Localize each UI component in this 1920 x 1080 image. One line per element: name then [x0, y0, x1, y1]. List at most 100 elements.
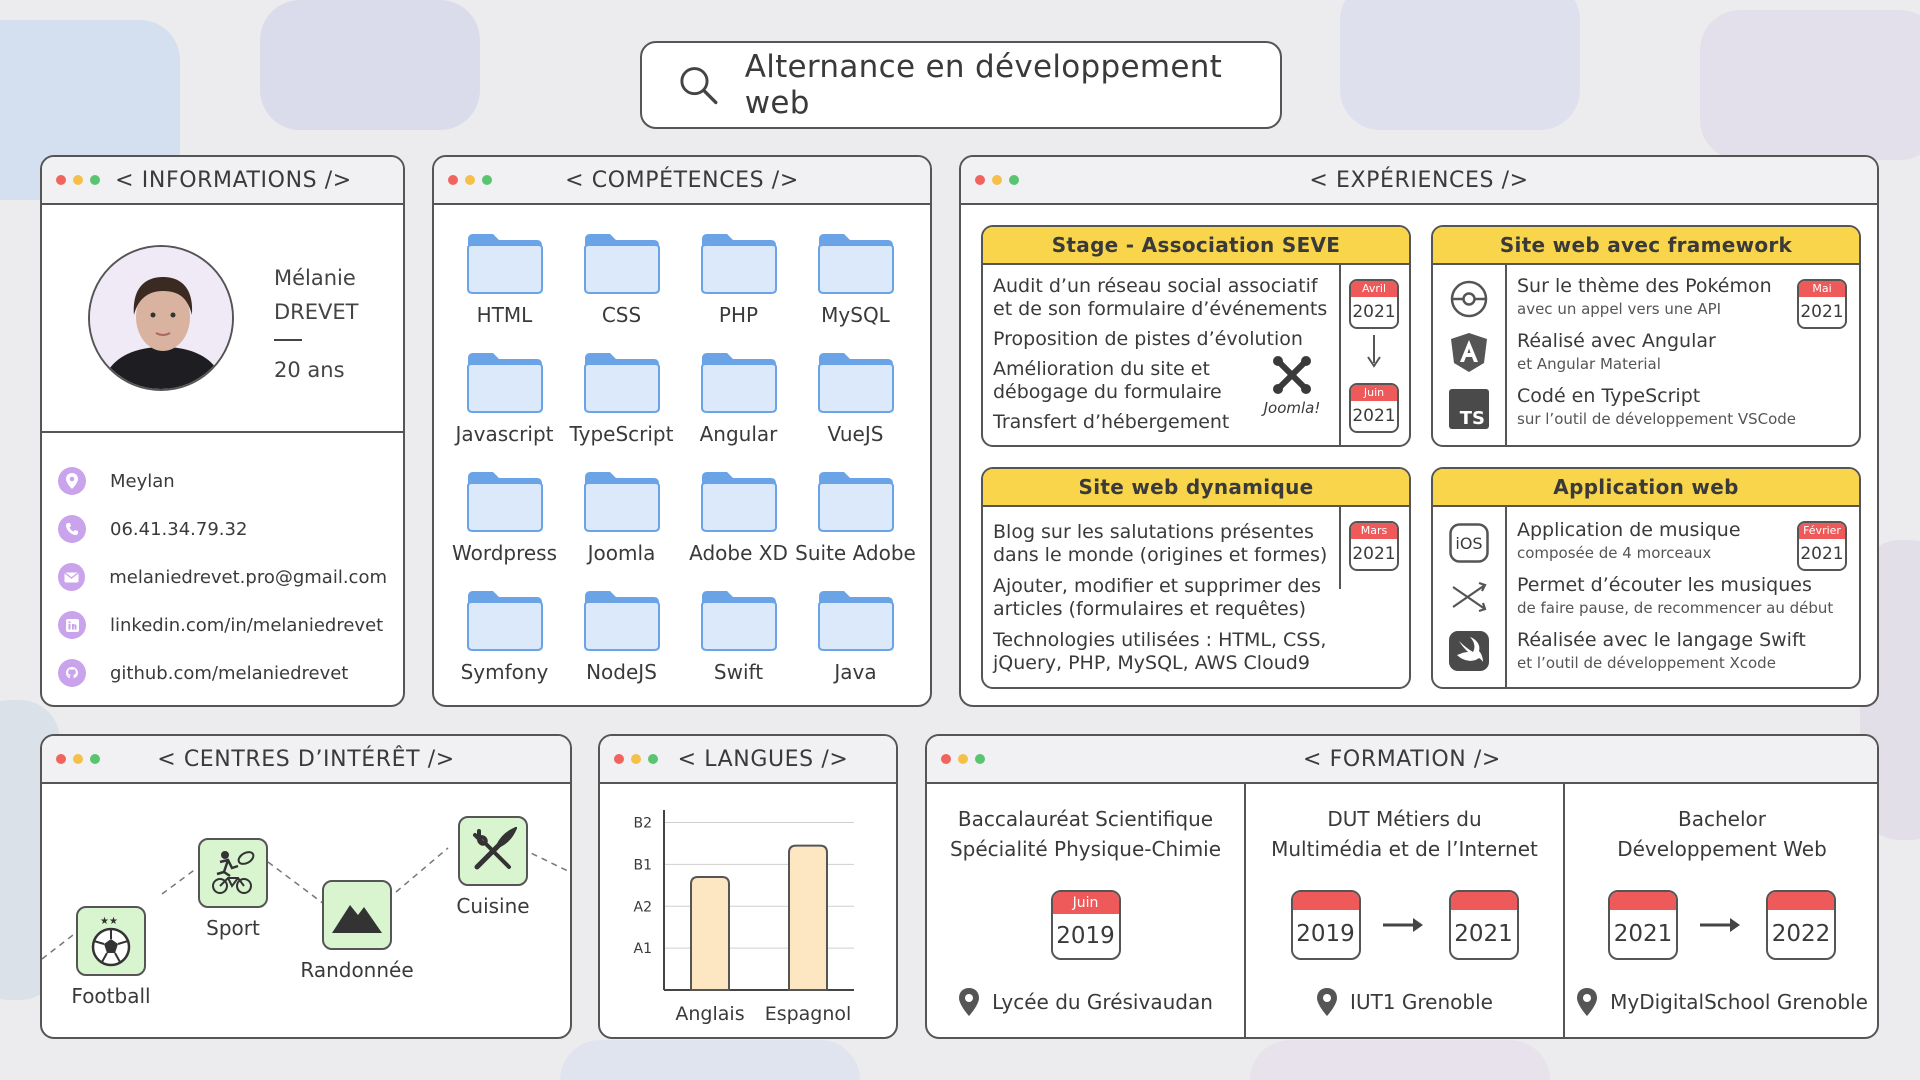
ios-icon: iOS [1447, 521, 1491, 565]
angular-icon [1447, 331, 1491, 375]
location-pin-icon [959, 988, 980, 1016]
skill-typescript[interactable]: TypeScript [563, 350, 680, 450]
subline: et l’outil de développement Xcode [1517, 654, 1776, 672]
subline: composée de 4 morceaux [1517, 544, 1712, 562]
skill-adobe-xd[interactable]: Adobe XD [680, 469, 797, 569]
skill-mysql[interactable]: MySQL [797, 231, 914, 331]
contact-text: Meylan [110, 470, 175, 492]
window-controls[interactable] [975, 175, 1019, 185]
mountain-icon [322, 880, 392, 950]
skill-css[interactable]: CSS [563, 231, 680, 331]
subline: sur l’outil de développement VSCode [1517, 410, 1797, 428]
skill-vuejs[interactable]: VueJS [797, 350, 914, 450]
contact-text: melaniedrevet.pro@gmail.com [109, 566, 387, 588]
subline: et Angular Material [1517, 355, 1661, 373]
pokeball-icon [1447, 277, 1491, 321]
informations-window: < INFORMATIONS /> Mélanie DREVET 20 ans … [40, 155, 405, 707]
x-tick-label: Anglais [675, 1003, 744, 1025]
location-text: Lycée du Grésivaudan [992, 990, 1213, 1014]
contact-github[interactable]: github.com/melaniedrevet [58, 649, 387, 697]
window-controls[interactable] [614, 754, 658, 764]
folder-icon [466, 353, 543, 413]
formation-bac: Baccalauréat Scientifique Spécialité Phy… [927, 784, 1244, 1037]
contact-linkedin[interactable]: linkedin.com/in/melaniedrevet [58, 601, 387, 649]
interest-sport: Sport [190, 838, 276, 940]
calendar-end: Juin 2021 [1349, 383, 1399, 433]
bar-anglais [690, 875, 730, 991]
joomla-logo: Joomla! [1249, 353, 1335, 417]
window-controls[interactable] [56, 175, 100, 185]
contact-phone[interactable]: 06.41.34.79.32 [58, 505, 387, 553]
window-controls[interactable] [56, 754, 100, 764]
formation-title: < FORMATION /> [1303, 746, 1501, 772]
skill-angular[interactable]: Angular [680, 350, 797, 450]
line: Permet d’écouter les musiques [1517, 574, 1812, 596]
subline: avec un appel vers une API [1517, 300, 1722, 318]
contact-list: Meylan 06.41.34.79.32 melaniedrevet.pro@… [42, 433, 403, 697]
window-controls[interactable] [448, 175, 492, 185]
skill-php[interactable]: PHP [680, 231, 797, 331]
skill-java[interactable]: Java [797, 588, 914, 688]
card-header: Stage - Association SEVE [983, 227, 1409, 265]
experience-card-application: Application web iOS Application de musiq… [1431, 467, 1861, 689]
skill-joomla[interactable]: Joomla [563, 469, 680, 569]
skills-grid: HTML CSS PHP MySQL Javascript TypeScript Angul… [434, 205, 930, 688]
search-bar[interactable]: Alternance en développement web [640, 41, 1282, 129]
skill-javascript[interactable]: Javascript [446, 350, 563, 450]
contact-text: github.com/melaniedrevet [110, 662, 349, 684]
folder-icon [817, 353, 894, 413]
card-divider [1339, 507, 1341, 589]
age: 20 ans [274, 358, 345, 382]
langues-titlebar: < LANGUES /> [600, 736, 896, 784]
contact-text: linkedin.com/in/melaniedrevet [110, 614, 384, 636]
calendar: Février 2021 [1797, 521, 1847, 571]
skill-label: HTML [476, 303, 533, 327]
degree-line: Multimédia et de l’Internet [1271, 837, 1538, 861]
skill-label: Joomla [587, 541, 656, 565]
skill-wordpress[interactable]: Wordpress [446, 469, 563, 569]
line: dans le monde (origines et formes) [993, 544, 1328, 566]
skill-label: Adobe XD [689, 541, 788, 565]
calendar: Mai 2021 [1797, 279, 1847, 329]
skill-label: Swift [713, 660, 764, 684]
skill-nodejs[interactable]: NodeJS [563, 588, 680, 688]
folder-icon [817, 591, 894, 651]
contact-location: Meylan [58, 457, 387, 505]
window-controls[interactable] [941, 754, 985, 764]
contact-email[interactable]: melaniedrevet.pro@gmail.com [58, 553, 387, 601]
formation-dut: DUT Métiers du Multimédia et de l’Intern… [1246, 784, 1563, 1037]
football-icon: ★★ [76, 906, 146, 976]
language-chart: A1 A2 B1 B2 Anglais Espagnol [633, 810, 854, 1025]
line: et de son formulaire d’événements [993, 298, 1328, 320]
card-content: Blog sur les salutations présentes dans … [993, 521, 1327, 675]
interets-window: < CENTRES D’INTÉRÊT /> ★★ Football Sport… [40, 734, 572, 1039]
folder-icon [583, 591, 660, 651]
informations-titlebar: < INFORMATIONS /> [42, 157, 403, 205]
skill-suite-adobe[interactable]: Suite Adobe [795, 469, 916, 569]
ios-label: iOS [1455, 533, 1483, 553]
skill-swift[interactable]: Swift [680, 588, 797, 688]
avatar [88, 245, 234, 391]
formation-degree: Bachelor Développement Web [1565, 804, 1877, 864]
skill-symfony[interactable]: Symfony [446, 588, 563, 688]
interest-randonnee: Randonnée [292, 880, 422, 982]
folder-icon [466, 234, 543, 294]
folder-icon [700, 472, 777, 532]
calendar: Mars 2021 [1349, 521, 1399, 571]
card-divider [1505, 265, 1507, 445]
experience-card-stage: Stage - Association SEVE Audit d’un rése… [981, 225, 1411, 447]
langues-title: < LANGUES /> [677, 746, 849, 772]
experience-card-dynamique: Site web dynamique Blog sur les salutati… [981, 467, 1411, 689]
location-text: IUT1 Grenoble [1350, 990, 1493, 1014]
line: Proposition de pistes d’évolution [993, 328, 1303, 350]
linkedin-icon [58, 611, 86, 639]
skill-html[interactable]: HTML [446, 231, 563, 331]
formation-bachelor: Bachelor Développement Web 2021 2022 MyD… [1565, 784, 1877, 1037]
line: jQuery, PHP, MySQL, AWS Cloud9 [993, 652, 1310, 674]
interets-titlebar: < CENTRES D’INTÉRÊT /> [42, 736, 570, 784]
interets-title: < CENTRES D’INTÉRÊT /> [157, 746, 455, 772]
line: Blog sur les salutations présentes [993, 521, 1314, 543]
calendar-end: 2022 [1766, 890, 1836, 960]
svg-text:★★: ★★ [100, 916, 118, 927]
skill-label: Suite Adobe [795, 541, 916, 565]
